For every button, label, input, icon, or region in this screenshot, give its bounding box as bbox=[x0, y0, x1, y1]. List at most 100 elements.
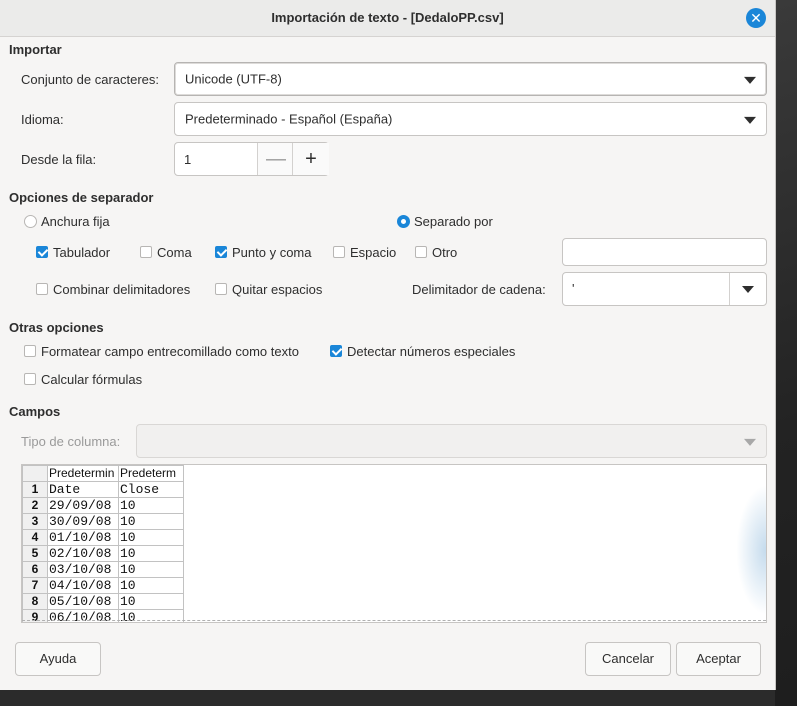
tab-checkbox[interactable] bbox=[36, 246, 48, 258]
row-header: 1 bbox=[22, 481, 48, 498]
language-select[interactable]: Predeterminado - Español (España) bbox=[174, 102, 767, 136]
space-checkbox[interactable] bbox=[333, 246, 345, 258]
column-header[interactable]: Predeterm bbox=[118, 465, 184, 482]
grid-header-row: Predetermin Predeterm bbox=[22, 465, 184, 482]
section-fields: Campos bbox=[9, 404, 61, 419]
title-bar: Importación de texto - [DedaloPP.csv] ✕ bbox=[0, 0, 775, 37]
desktop-background bbox=[775, 0, 797, 706]
cell: 01/10/08 bbox=[47, 529, 119, 546]
row-header: 2 bbox=[22, 497, 48, 514]
other-label: Otro bbox=[432, 245, 458, 260]
quoted-as-text-checkbox[interactable] bbox=[24, 345, 36, 357]
table-row: 8 05/10/08 10 bbox=[22, 593, 184, 610]
preview-grid: Predetermin Predeterm 1 Date Close 2 29/09/… bbox=[22, 465, 184, 622]
space-label: Espacio bbox=[350, 245, 397, 260]
separated-by-radio[interactable] bbox=[397, 215, 410, 228]
close-icon: ✕ bbox=[750, 10, 762, 26]
cell: Date bbox=[47, 481, 119, 498]
table-row: 2 29/09/08 10 bbox=[22, 497, 184, 514]
evaluate-formulas-checkbox[interactable] bbox=[24, 373, 36, 385]
column-header[interactable]: Predetermin bbox=[47, 465, 119, 482]
cell: 10 bbox=[118, 529, 184, 546]
cell: 05/10/08 bbox=[47, 593, 119, 610]
charset-label: Conjunto de caracteres: bbox=[21, 72, 160, 87]
table-row: 7 04/10/08 10 bbox=[22, 577, 184, 594]
cell: Close bbox=[118, 481, 184, 498]
cell: 03/10/08 bbox=[47, 561, 119, 578]
grid-corner bbox=[22, 465, 48, 482]
chevron-down-icon bbox=[744, 116, 756, 124]
preview-bottom-divider bbox=[22, 620, 766, 621]
table-row: 1 Date Close bbox=[22, 481, 184, 498]
cell: 10 bbox=[118, 497, 184, 514]
language-value: Predeterminado - Español (España) bbox=[185, 111, 393, 127]
from-row-spinner[interactable]: 1 — + bbox=[174, 142, 329, 176]
cancel-button[interactable]: Cancelar bbox=[585, 642, 671, 676]
detect-special-numbers-checkbox[interactable] bbox=[330, 345, 342, 357]
string-delimiter-label: Delimitador de cadena: bbox=[412, 282, 546, 297]
charset-select[interactable]: Unicode (UTF-8) bbox=[174, 62, 767, 96]
charset-value: Unicode (UTF-8) bbox=[185, 71, 282, 87]
close-button[interactable]: ✕ bbox=[746, 8, 766, 28]
cell: 29/09/08 bbox=[47, 497, 119, 514]
preview-glow bbox=[736, 485, 766, 615]
fixed-width-label: Anchura fija bbox=[41, 214, 110, 229]
from-row-label: Desde la fila: bbox=[21, 152, 97, 167]
row-header: 8 bbox=[22, 593, 48, 610]
help-button[interactable]: Ayuda bbox=[15, 642, 101, 676]
string-delimiter-value[interactable]: ' bbox=[572, 281, 574, 296]
table-row: 6 03/10/08 10 bbox=[22, 561, 184, 578]
row-header: 7 bbox=[22, 577, 48, 594]
chevron-down-icon bbox=[742, 286, 754, 293]
fixed-width-radio[interactable] bbox=[24, 215, 37, 228]
language-label: Idioma: bbox=[21, 112, 64, 127]
trim-spaces-label: Quitar espacios bbox=[232, 282, 323, 297]
section-separator: Opciones de separador bbox=[9, 190, 154, 205]
chevron-down-icon bbox=[744, 76, 756, 84]
evaluate-formulas-label: Calcular fórmulas bbox=[41, 372, 143, 387]
cell: 02/10/08 bbox=[47, 545, 119, 562]
row-header: 3 bbox=[22, 513, 48, 530]
column-type-select[interactable] bbox=[136, 424, 767, 458]
minus-icon: — bbox=[266, 148, 286, 170]
column-type-label: Tipo de columna: bbox=[21, 434, 121, 449]
other-separator-input[interactable] bbox=[562, 238, 767, 266]
section-other-options: Otras opciones bbox=[9, 320, 104, 335]
data-preview[interactable]: Predetermin Predeterm 1 Date Close 2 29/09/… bbox=[21, 464, 767, 623]
chevron-down-icon bbox=[744, 438, 756, 446]
string-delimiter-dropdown-button[interactable] bbox=[729, 273, 767, 305]
detect-special-numbers-label: Detectar números especiales bbox=[347, 344, 516, 359]
from-row-value[interactable]: 1 bbox=[184, 152, 191, 167]
cell: 10 bbox=[118, 577, 184, 594]
cell: 30/09/08 bbox=[47, 513, 119, 530]
separated-by-label: Separado por bbox=[414, 214, 493, 229]
increment-button[interactable]: + bbox=[292, 143, 329, 175]
string-delimiter-combo[interactable]: ' bbox=[562, 272, 767, 306]
row-header: 5 bbox=[22, 545, 48, 562]
other-checkbox[interactable] bbox=[415, 246, 427, 258]
cell: 04/10/08 bbox=[47, 577, 119, 594]
cell: 10 bbox=[118, 513, 184, 530]
accept-button[interactable]: Aceptar bbox=[676, 642, 761, 676]
trim-spaces-checkbox[interactable] bbox=[215, 283, 227, 295]
merge-delimiters-checkbox[interactable] bbox=[36, 283, 48, 295]
row-header: 4 bbox=[22, 529, 48, 546]
row-header: 6 bbox=[22, 561, 48, 578]
table-row: 4 01/10/08 10 bbox=[22, 529, 184, 546]
quoted-as-text-label: Formatear campo entrecomillado como text… bbox=[41, 344, 299, 359]
cell: 10 bbox=[118, 593, 184, 610]
comma-label: Coma bbox=[157, 245, 192, 260]
text-import-dialog: Importación de texto - [DedaloPP.csv] ✕ … bbox=[0, 0, 776, 690]
plus-icon: + bbox=[305, 148, 317, 170]
semicolon-checkbox[interactable] bbox=[215, 246, 227, 258]
table-row: 3 30/09/08 10 bbox=[22, 513, 184, 530]
section-import: Importar bbox=[9, 42, 62, 57]
semicolon-label: Punto y coma bbox=[232, 245, 312, 260]
comma-checkbox[interactable] bbox=[140, 246, 152, 258]
tab-label: Tabulador bbox=[53, 245, 111, 260]
cell: 10 bbox=[118, 545, 184, 562]
merge-delimiters-label: Combinar delimitadores bbox=[53, 282, 191, 297]
decrement-button[interactable]: — bbox=[257, 143, 294, 175]
table-row: 5 02/10/08 10 bbox=[22, 545, 184, 562]
cell: 10 bbox=[118, 561, 184, 578]
